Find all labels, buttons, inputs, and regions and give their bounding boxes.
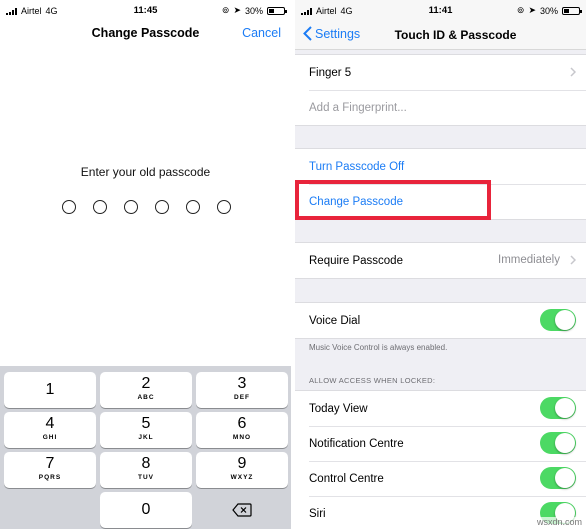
voice-dial-toggle[interactable] (540, 309, 576, 331)
key-4[interactable]: 4 GHI (4, 412, 96, 448)
delete-key[interactable] (196, 492, 288, 528)
highlight-box (295, 180, 491, 220)
passcode-dot (62, 200, 76, 214)
require-passcode-label: Require Passcode (309, 254, 403, 267)
battery-percent: 30% (244, 5, 263, 16)
key-0[interactable]: 0 (100, 492, 192, 528)
finger-5-label: Finger 5 (309, 66, 352, 79)
backspace-icon (232, 503, 252, 517)
location-icon: ➤ (528, 5, 536, 15)
voice-dial-row: Voice Dial (295, 303, 586, 338)
today-view-row: Today View (295, 391, 586, 426)
control-centre-label: Control Centre (309, 472, 384, 485)
key-5[interactable]: 5 JKL (100, 412, 192, 448)
change-passcode-screen: Airtel 4G 11:45 ⊚ ➤ 30% Change Passcode … (0, 0, 291, 529)
control-centre-row: Control Centre (295, 461, 586, 496)
passcode-dots (62, 200, 231, 214)
key-1[interactable]: 1 (4, 372, 96, 408)
battery-icon (562, 6, 582, 15)
key-9[interactable]: 9 WXYZ (196, 452, 288, 488)
siri-label: Siri (309, 507, 326, 520)
page-title: Touch ID & Passcode (394, 28, 517, 42)
chevron-right-icon (570, 255, 576, 265)
turn-passcode-off-label: Turn Passcode Off (309, 160, 405, 173)
require-passcode-value: Immediately (498, 254, 560, 266)
voice-dial-footnote: Music Voice Control is always enabled. (309, 343, 448, 352)
status-right: ⊚ ➤ 30% (516, 5, 582, 16)
status-right: ⊚ ➤ 30% (221, 5, 287, 16)
key-3[interactable]: 3 DEF (196, 372, 288, 408)
nav-bar: Settings Touch ID & Passcode (295, 20, 586, 50)
chevron-right-icon (570, 67, 576, 77)
locked-access-group: Today View Notification Centre Control C… (295, 390, 586, 529)
control-centre-toggle[interactable] (540, 467, 576, 489)
notification-centre-row: Notification Centre (295, 426, 586, 461)
key-6[interactable]: 6 MNO (196, 412, 288, 448)
fingerprints-group: Finger 5 Add a Fingerprint... (295, 54, 586, 126)
nav-bar: Change Passcode Cancel (0, 20, 291, 48)
passcode-dot (155, 200, 169, 214)
battery-icon (267, 6, 287, 15)
passcode-dot (93, 200, 107, 214)
passcode-prompt: Enter your old passcode (80, 165, 211, 179)
today-view-toggle[interactable] (540, 397, 576, 419)
passcode-dot (186, 200, 200, 214)
status-bar: Airtel 4G 11:41 ⊚ ➤ 30% (295, 0, 586, 20)
key-2[interactable]: 2 ABC (100, 372, 192, 408)
lock-rotation-icon: ⊚ (516, 5, 525, 15)
key-8[interactable]: 8 TUV (100, 452, 192, 488)
cancel-button[interactable]: Cancel (242, 26, 281, 40)
key-7[interactable]: 7 PQRS (4, 452, 96, 488)
today-view-label: Today View (309, 402, 368, 415)
voice-dial-group: Voice Dial (295, 302, 586, 339)
touch-id-passcode-screen: Airtel 4G 11:41 ⊚ ➤ 30% Settings Touch I… (295, 0, 586, 529)
notification-centre-label: Notification Centre (309, 437, 404, 450)
battery-percent: 30% (539, 5, 558, 16)
add-fingerprint-row[interactable]: Add a Fingerprint... (295, 90, 586, 125)
require-passcode-row[interactable]: Require Passcode Immediately (295, 243, 586, 278)
location-icon: ➤ (233, 5, 241, 15)
voice-dial-label: Voice Dial (309, 314, 361, 327)
lock-rotation-icon: ⊚ (221, 5, 230, 15)
notification-centre-toggle[interactable] (540, 432, 576, 454)
turn-passcode-off-button[interactable]: Turn Passcode Off (295, 149, 586, 184)
locked-access-header: ALLOW ACCESS WHEN LOCKED: (309, 376, 436, 385)
passcode-dot (124, 200, 138, 214)
numeric-keypad: 1 2 ABC 3 DEF 4 GHI 5 JKL 6 MNO 7 PQRS 8 TUV 9W… (0, 366, 291, 529)
passcode-dot (217, 200, 231, 214)
watermark: wsxdn.com (536, 517, 582, 527)
require-passcode-group: Require Passcode Immediately (295, 242, 586, 279)
finger-5-row[interactable]: Finger 5 (295, 55, 586, 90)
add-fingerprint-label: Add a Fingerprint... (309, 101, 407, 114)
status-bar: Airtel 4G 11:45 ⊚ ➤ 30% (0, 0, 291, 20)
